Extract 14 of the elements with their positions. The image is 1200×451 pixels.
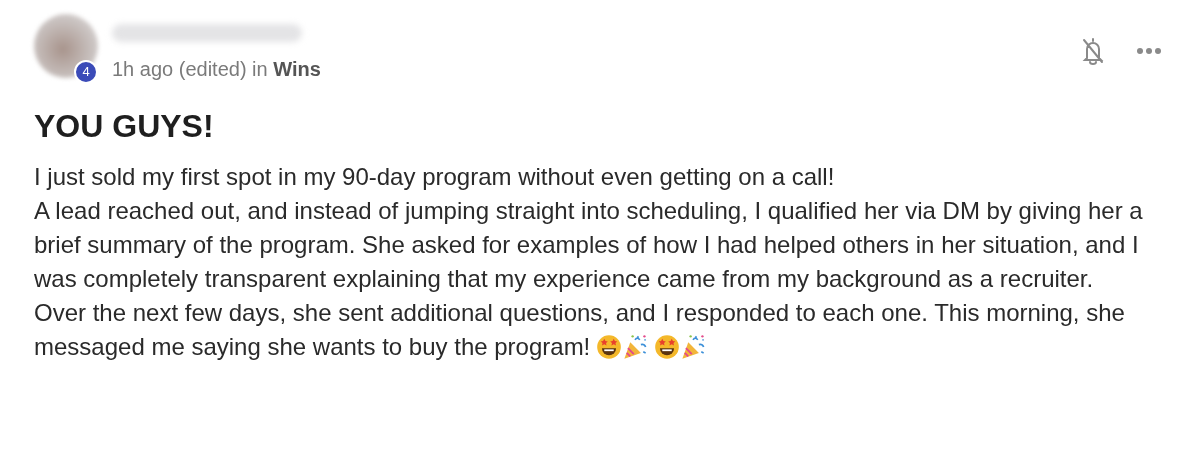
avatar[interactable] [34, 14, 98, 78]
level-badge: 4 [74, 60, 98, 84]
post-paragraph: Over the next few days, she sent additional questions, and I responded to each one. This morning, she [34, 298, 1126, 328]
party-popper-icon [622, 334, 649, 360]
post-paragraph: I just sold my first spot in my 90-day program without even getting on a call! [34, 162, 836, 192]
post-paragraph: messaged me saying she wants to buy the program! [34, 332, 591, 362]
star-struck-face-icon [596, 334, 623, 360]
more-options-icon[interactable] [1136, 47, 1162, 55]
party-popper-icon [680, 334, 707, 360]
notifications-off-icon[interactable] [1080, 36, 1106, 66]
post-paragraph: A lead reached out, and instead of jumping straight into scheduling, I qualified her via DM by giving her a brief summary of the program. She asked for examples of how I had helped others in her situation, and I was completely transparent explaining that my experience came from my background as a recruiter. [34, 196, 1144, 294]
post-meta: 1h ago (edited) in Wins [112, 57, 321, 82]
post-title: YOU GUYS! [34, 107, 215, 146]
star-struck-face-icon [654, 334, 681, 360]
